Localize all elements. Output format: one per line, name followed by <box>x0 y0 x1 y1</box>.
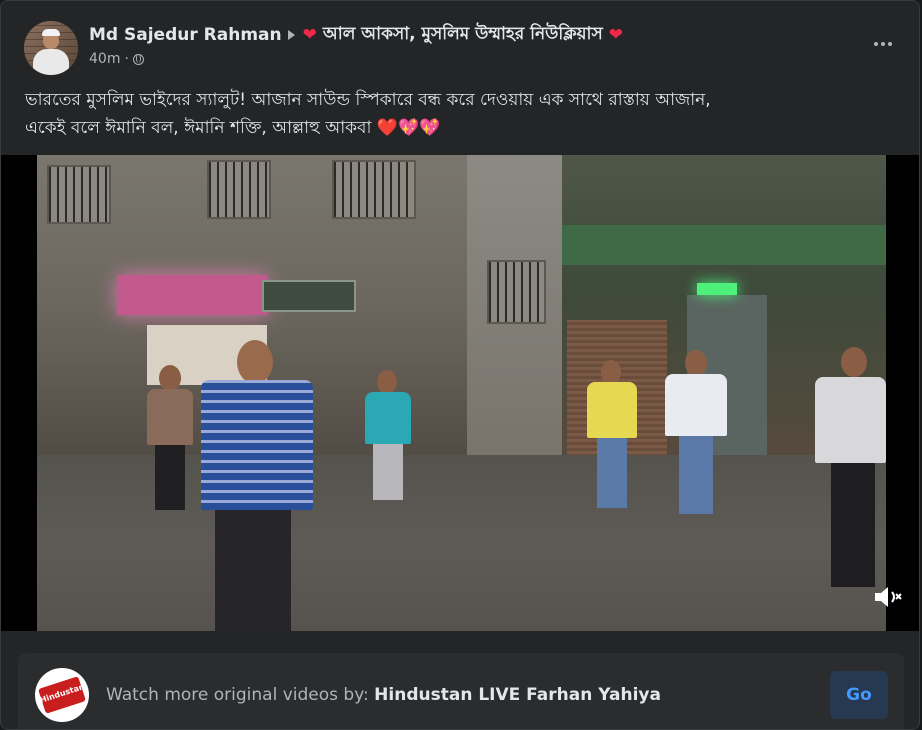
post-text-emoji: ❤️💖💖 <box>376 118 441 138</box>
author-name-link[interactable]: Md Sajedur Rahman <box>89 25 282 45</box>
video-person <box>365 370 411 500</box>
video-player[interactable] <box>1 155 919 631</box>
video-person-shirt <box>665 374 727 436</box>
video-person-legs <box>597 438 627 508</box>
video-green-lamp <box>697 283 737 295</box>
post-timestamp[interactable]: 40m <box>89 51 120 67</box>
avatar-cap <box>42 29 60 36</box>
video-person-legs <box>155 445 185 510</box>
post-text: ভারতের মুসলিম ভাইদের স্যালুট! আজান সাউন্… <box>25 86 905 142</box>
more-options-icon <box>888 42 892 46</box>
video-person-head <box>601 360 621 384</box>
post-meta: 40m · <box>89 51 144 67</box>
post-text-line-2-text: একেই বলে ঈমানি বল, ঈমানি শক্তি, আল্লাহু … <box>25 118 372 138</box>
video-shop-sign <box>262 280 356 312</box>
video-person-head <box>159 365 181 391</box>
post-text-line-2: একেই বলে ঈমানি বল, ঈমানি শক্তি, আল্লাহু … <box>25 114 905 142</box>
video-shop-sign <box>117 275 267 315</box>
caret-right-icon <box>287 30 295 40</box>
video-person <box>197 340 317 631</box>
video-person-legs <box>215 510 291 631</box>
video-person <box>665 350 727 515</box>
speaker-muted-icon[interactable] <box>869 579 905 615</box>
video-person-legs <box>373 444 403 500</box>
post-header-names: Md Sajedur Rahman ❤ আল আকসা, মুসলিম উম্ম… <box>89 23 623 47</box>
avatar-body <box>33 49 69 75</box>
heart-icon: ❤ <box>608 25 623 45</box>
video-person-head <box>685 350 707 376</box>
video-person-head <box>377 370 397 394</box>
more-options-icon <box>881 42 885 46</box>
author-avatar[interactable] <box>24 21 78 75</box>
watch-more-prefix: Watch more original videos by: <box>106 685 375 705</box>
video-green-facade <box>562 225 886 265</box>
video-person-head <box>237 340 273 384</box>
video-person-shirt <box>587 382 637 438</box>
post-text-line-1: ভারতের মুসলিম ভাইদের স্যালুট! আজান সাউন্… <box>25 90 711 110</box>
video-window <box>332 160 416 219</box>
meta-separator: · <box>124 51 129 67</box>
video-person-head <box>841 347 867 377</box>
watch-more-text: Watch more original videos by: Hindustan… <box>106 685 661 705</box>
post-card: Md Sajedur Rahman ❤ আল আকসা, মুসলিম উম্ম… <box>0 0 920 730</box>
heart-icon: ❤ <box>302 25 317 45</box>
more-options-icon <box>874 42 878 46</box>
channel-name-link[interactable]: Hindustan LIVE Farhan Yahiya <box>374 685 661 705</box>
more-options-button[interactable] <box>867 28 899 60</box>
video-person-shirt <box>147 389 193 445</box>
video-person-shirt <box>365 392 411 444</box>
go-button[interactable]: Go <box>830 671 888 719</box>
channel-logo[interactable]: Hindustan <box>35 668 89 722</box>
video-window <box>487 260 546 324</box>
video-person-legs <box>831 463 875 587</box>
video-window <box>207 160 271 219</box>
watch-more-banner: Hindustan Watch more original videos by:… <box>18 653 904 729</box>
video-person <box>587 360 637 510</box>
video-person <box>815 347 886 587</box>
globe-icon[interactable] <box>132 53 144 65</box>
video-person-shirt <box>201 380 313 510</box>
video-frame <box>37 155 886 631</box>
video-person-legs <box>679 436 713 514</box>
group-name-link[interactable]: আল আকসা, মুসলিম উম্মাহর নিউক্লিয়াস <box>323 21 603 49</box>
video-window <box>47 165 111 224</box>
video-person <box>145 365 195 515</box>
video-person-shirt <box>815 377 886 463</box>
